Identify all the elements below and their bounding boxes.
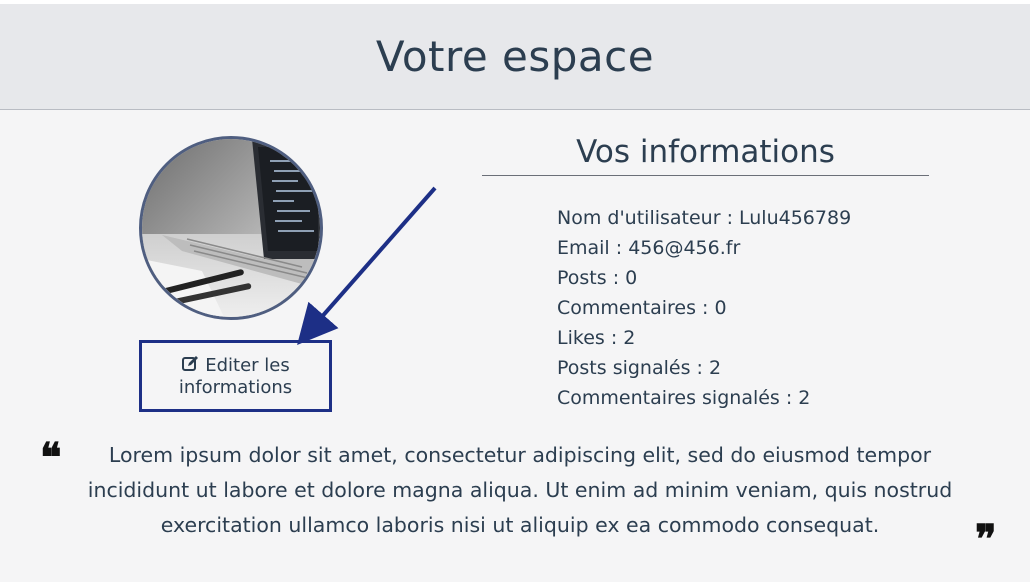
avatar (139, 136, 323, 320)
edit-icon (181, 355, 199, 378)
bio-quote: ❝ Lorem ipsum dolor sit amet, consectetu… (40, 434, 1000, 560)
info-reported-comments: Commentaires signalés : 2 (557, 387, 811, 409)
info-divider (482, 175, 929, 176)
info-likes: Likes : 2 (557, 327, 636, 349)
avatar-laptop-photo (142, 139, 320, 317)
info-comments: Commentaires : 0 (557, 297, 727, 319)
info-list: Nom d'utilisateur : Lulu456789 Email : 4… (557, 203, 851, 413)
quote-open-icon: ❝ (40, 434, 62, 481)
quote-text: Lorem ipsum dolor sit amet, consectetur … (87, 443, 953, 537)
edit-profile-button[interactable]: Editer les informations (142, 355, 329, 398)
info-title: Vos informations (576, 134, 835, 170)
info-email: Email : 456@456.fr (557, 237, 741, 259)
info-reported-posts: Posts signalés : 2 (557, 357, 722, 379)
info-username: Nom d'utilisateur : Lulu456789 (557, 207, 852, 229)
info-posts: Posts : 0 (557, 267, 638, 289)
quote-close-icon: ❞ (975, 516, 997, 563)
page-title: Votre espace (375, 32, 655, 81)
edit-highlight-box: Editer les informations (139, 340, 332, 412)
page-header: Votre espace (0, 4, 1030, 110)
